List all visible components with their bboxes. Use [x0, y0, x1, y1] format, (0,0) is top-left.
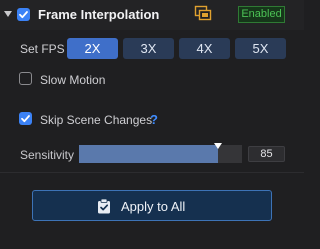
skip-scene-changes-checkbox[interactable] [19, 112, 32, 125]
sensitivity-slider-handle[interactable] [214, 143, 222, 149]
frame-interpolation-panel: Frame Interpolation Enabled Set FPS 2X 3… [0, 0, 304, 249]
frame-interpolation-checkbox[interactable] [17, 8, 30, 21]
sensitivity-slider[interactable] [79, 143, 242, 163]
sensitivity-value-field[interactable]: 85 [248, 146, 285, 162]
skip-scene-changes-label: Skip Scene Changes [40, 113, 153, 127]
sensitivity-label: Sensitivity [20, 148, 75, 162]
checkmark-icon [21, 115, 30, 123]
slow-motion-label: Slow Motion [40, 73, 106, 87]
status-badge: Enabled [238, 6, 285, 23]
slow-motion-checkbox[interactable] [19, 72, 32, 85]
apply-to-all-button[interactable]: Apply to All [32, 190, 272, 221]
section-title: Frame Interpolation [38, 7, 160, 22]
section-header: Frame Interpolation Enabled [0, 0, 304, 30]
copy-icon[interactable] [194, 5, 214, 23]
fps-option-5x[interactable]: 5X [235, 38, 286, 59]
fps-option-3x[interactable]: 3X [123, 38, 174, 59]
sensitivity-slider-fill [79, 145, 218, 163]
fps-option-2x[interactable]: 2X [67, 38, 118, 59]
divider [0, 172, 304, 173]
clipboard-check-icon [97, 198, 111, 214]
fps-option-4x[interactable]: 4X [179, 38, 230, 59]
checkmark-icon [19, 11, 28, 19]
help-icon[interactable]: ? [150, 112, 158, 127]
disclosure-triangle-icon[interactable] [4, 11, 12, 17]
fps-label: Set FPS [20, 42, 65, 56]
apply-to-all-label: Apply to All [121, 199, 186, 214]
